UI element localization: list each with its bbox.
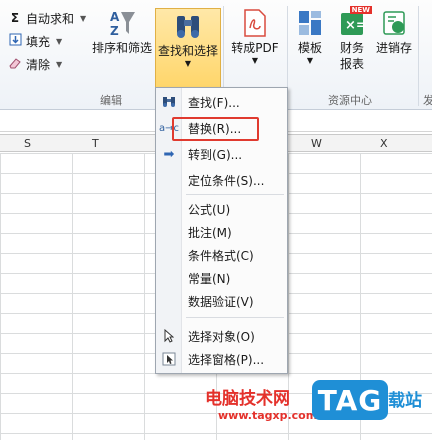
- finance-label-line2: 报表: [339, 57, 364, 71]
- menu-item-select-objects[interactable]: 选择对象(O): [156, 325, 287, 347]
- fill-label: 填充: [26, 34, 51, 49]
- menu-item-goto[interactable]: ➡ 转到(G)...: [156, 143, 287, 165]
- menu-item-selection-pane[interactable]: 选择窗格(P)...: [156, 348, 287, 370]
- menu-item-find[interactable]: 查找(F)...: [156, 91, 287, 113]
- group-label-edit: 编辑: [100, 94, 122, 107]
- fill-down-icon: [8, 33, 22, 49]
- menu-item-label: 转到(G)...: [188, 147, 243, 162]
- binoculars-icon: [156, 96, 182, 108]
- svg-text:×=: ×=: [345, 18, 366, 33]
- pointer-icon: [156, 329, 182, 343]
- chevron-down-icon: ▼: [251, 56, 259, 65]
- menu-separator: [186, 317, 284, 318]
- group-label-cut: 发: [423, 94, 432, 107]
- watermark-site-name: 电脑技术网: [205, 389, 290, 409]
- new-badge: NEW: [349, 6, 372, 14]
- goto-arrow-icon: ➡: [163, 146, 175, 162]
- menu-item-label: 查找(F)...: [188, 95, 240, 110]
- finance-label-line1: 财务: [339, 41, 364, 55]
- watermark-url: www.tagxp.com: [218, 409, 318, 422]
- chevron-down-icon: ▼: [80, 13, 87, 23]
- watermark-logo: TAG: [312, 380, 388, 420]
- find-select-label: 查找和选择: [157, 44, 218, 58]
- menu-item-goto-special[interactable]: 定位条件(S)...: [156, 169, 287, 191]
- autosum-button[interactable]: Σ 自动求和 ▼: [8, 8, 86, 28]
- menu-item-label: 批注(M): [188, 225, 232, 240]
- inventory-label: 进销存: [375, 41, 412, 55]
- inventory-button[interactable]: 进销存: [374, 6, 414, 56]
- column-header-s[interactable]: S: [24, 137, 31, 150]
- menu-item-comments[interactable]: 批注(M): [156, 221, 287, 243]
- menu-item-label: 定位条件(S)...: [188, 173, 265, 188]
- inventory-icon: [374, 6, 414, 40]
- menu-item-constants[interactable]: 常量(N): [156, 267, 287, 289]
- menu-separator: [186, 194, 284, 195]
- svg-text:A: A: [110, 10, 120, 24]
- menu-item-label: 数据验证(V): [188, 294, 254, 309]
- chevron-down-icon: ▼: [184, 59, 192, 68]
- menu-item-label: 条件格式(C): [188, 248, 254, 263]
- divider: [418, 6, 419, 106]
- binoculars-icon: [156, 9, 220, 43]
- selection-pane-icon: [156, 352, 182, 366]
- pdf-icon: [228, 6, 282, 40]
- template-label: 模板: [297, 41, 322, 55]
- chevron-down-icon: ▼: [56, 59, 63, 69]
- fill-button[interactable]: 填充 ▼: [8, 31, 62, 51]
- menu-item-label: 公式(U): [188, 202, 231, 217]
- menu-item-label: 选择对象(O): [188, 329, 255, 344]
- clear-label: 清除: [26, 57, 51, 72]
- sort-filter-button[interactable]: A Z 排序和筛选: [90, 6, 154, 56]
- column-header-x[interactable]: X: [380, 137, 388, 150]
- menu-item-data-validation[interactable]: 数据验证(V): [156, 290, 287, 312]
- find-select-button[interactable]: 查找和选择 ▼: [155, 8, 221, 88]
- to-pdf-button[interactable]: 转成PDF ▼: [228, 6, 282, 65]
- menu-item-label: 常量(N): [188, 271, 231, 286]
- eraser-icon: [8, 57, 22, 72]
- menu-item-formulas[interactable]: 公式(U): [156, 198, 287, 220]
- template-icon: [292, 6, 328, 40]
- autosum-label: 自动求和: [26, 11, 75, 26]
- template-button[interactable]: 模板 ▼: [292, 6, 328, 65]
- replace-highlight-box: [172, 117, 259, 141]
- finance-report-button[interactable]: ×= NEW 财务 报表: [332, 6, 372, 72]
- column-header-t[interactable]: T: [92, 137, 99, 150]
- menu-item-conditional-format[interactable]: 条件格式(C): [156, 244, 287, 266]
- to-pdf-label: 转成PDF: [231, 41, 279, 55]
- finance-icon: ×= NEW: [332, 6, 372, 40]
- chevron-down-icon: ▼: [56, 36, 63, 46]
- chevron-down-icon: ▼: [306, 56, 314, 65]
- svg-text:Z: Z: [110, 24, 119, 38]
- sigma-icon: Σ: [10, 11, 20, 25]
- sort-filter-label: 排序和筛选: [91, 41, 152, 55]
- column-header-w[interactable]: W: [311, 137, 322, 150]
- group-label-resources: 资源中心: [328, 94, 372, 107]
- clear-button[interactable]: 清除 ▼: [8, 54, 62, 74]
- sort-filter-icon: A Z: [90, 6, 154, 40]
- watermark-tail: 载站: [388, 391, 422, 411]
- menu-item-label: 选择窗格(P)...: [188, 352, 265, 367]
